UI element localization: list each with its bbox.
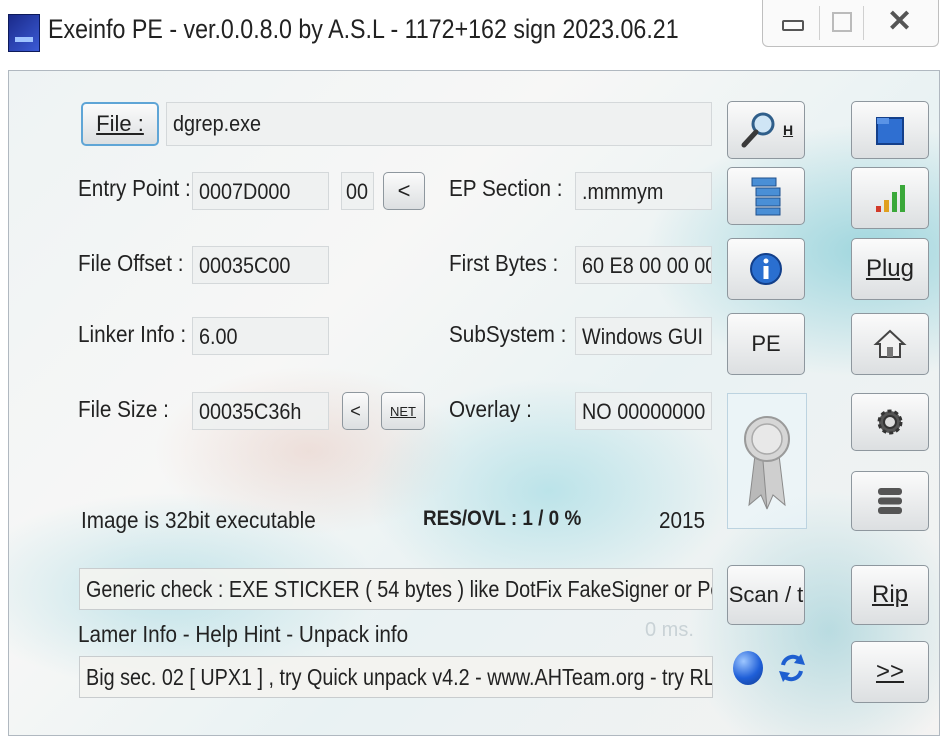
entry-point-label: Entry Point :	[78, 175, 191, 201]
subsystem-field[interactable]: Windows GUI	[575, 317, 712, 355]
home-icon	[873, 329, 907, 358]
stats-button[interactable]	[851, 167, 929, 229]
globe-icon[interactable]	[733, 651, 763, 685]
stack-icon	[878, 488, 902, 514]
home-button[interactable]	[851, 313, 929, 375]
generic-check-bar: Generic check : EXE STICKER ( 54 bytes )…	[79, 568, 713, 610]
subsystem-label: SubSystem :	[449, 321, 567, 347]
overlay-field[interactable]: NO 00000000	[575, 392, 712, 430]
award-ribbon-icon	[744, 416, 790, 510]
res-ovl-text: RES/OVL : 1 / 0 %	[423, 507, 582, 530]
file-size-arrow-button[interactable]: <	[342, 392, 369, 430]
more-button[interactable]: >>	[851, 641, 929, 703]
file-size-field[interactable]: 00035C36h	[192, 392, 329, 430]
window-title: Exeinfo PE - ver.0.0.8.0 by A.S.L - 1172…	[48, 14, 679, 44]
entry-point-arrow-button[interactable]: <	[383, 172, 425, 210]
menu-button[interactable]	[851, 471, 929, 531]
info-button[interactable]	[727, 238, 805, 300]
linker-info-label: Linker Info :	[78, 321, 187, 347]
main-panel: File : dgrep.exe Entry Point : 0007D000 …	[8, 70, 940, 736]
timing-text: 0 ms.	[645, 619, 694, 641]
award-panel	[727, 393, 807, 529]
pe-button[interactable]: PE	[727, 313, 805, 375]
lamer-info-link[interactable]: Lamer Info - Help Hint - Unpack info	[78, 621, 408, 648]
plug-button[interactable]: Plug	[851, 238, 929, 300]
file-name-field[interactable]: dgrep.exe	[166, 102, 712, 146]
net-button[interactable]: NET	[381, 392, 425, 430]
folder-icon	[876, 117, 904, 145]
first-bytes-label: First Bytes :	[449, 250, 559, 276]
list-button[interactable]	[727, 167, 805, 225]
overlay-label: Overlay :	[449, 396, 532, 422]
maximize-button[interactable]	[819, 0, 863, 46]
app-icon	[8, 14, 40, 52]
file-offset-field[interactable]: 00035C00	[192, 246, 329, 284]
entry-point-suffix: 00	[341, 172, 374, 210]
entry-point-field[interactable]: 0007D000	[192, 172, 329, 210]
settings-button[interactable]	[851, 393, 929, 451]
ep-section-label: EP Section :	[449, 175, 563, 201]
file-button[interactable]: File :	[81, 102, 159, 146]
linker-info-field[interactable]: 6.00	[192, 317, 329, 355]
info-icon	[750, 253, 782, 285]
rip-button[interactable]: Rip	[851, 565, 929, 625]
close-icon: ✕	[887, 5, 913, 38]
file-size-label: File Size :	[78, 396, 169, 422]
open-button[interactable]	[851, 101, 929, 159]
year-text: 2015	[659, 507, 706, 533]
title-bar: Exeinfo PE - ver.0.0.8.0 by A.S.L - 1172…	[0, 0, 943, 70]
refresh-icon[interactable]	[777, 651, 807, 685]
close-button[interactable]: ✕	[863, 0, 938, 46]
scan-button[interactable]: Scan / t	[727, 565, 805, 625]
window-controls: ✕	[762, 0, 939, 47]
file-offset-label: File Offset :	[78, 250, 184, 276]
gear-icon	[877, 409, 903, 435]
minimize-button[interactable]	[763, 0, 819, 46]
bar-chart-icon	[876, 185, 905, 212]
image-type-text: Image is 32bit executable	[81, 507, 316, 533]
hint-bar: Big sec. 02 [ UPX1 ] , try Quick unpack …	[79, 656, 713, 698]
search-button[interactable]: H	[727, 101, 805, 159]
first-bytes-field[interactable]: 60 E8 00 00 00	[575, 246, 712, 284]
magnifier-icon	[741, 112, 775, 148]
ep-section-field[interactable]: .mmmym	[575, 172, 712, 210]
list-icon	[751, 177, 781, 216]
